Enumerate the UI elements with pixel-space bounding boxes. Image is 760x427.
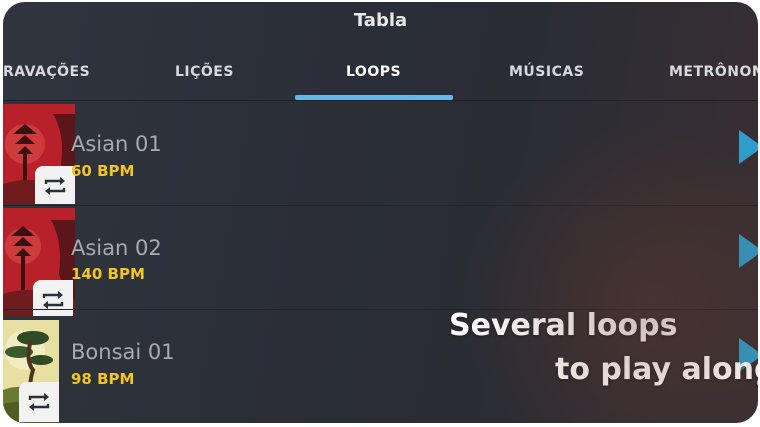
loop-thumbnail: [3, 208, 75, 316]
loop-name: Bonsai 01: [71, 340, 175, 364]
loop-name: Asian 02: [71, 236, 162, 260]
loop-name: Asian 01: [71, 132, 162, 156]
tab-recordings[interactable]: GRAVAÇÕES: [3, 64, 90, 80]
app-screen: Tabla GRAVAÇÕES LIÇÕES LOOPS MÚSICAS MET…: [3, 2, 758, 423]
page-title: Tabla: [353, 10, 408, 31]
promo-line-1: Several loops: [449, 308, 678, 343]
loop-bpm: 98 BPM: [71, 370, 135, 388]
loop-bpm: 60 BPM: [71, 162, 135, 180]
repeat-icon: [19, 382, 59, 422]
tab-metronome[interactable]: METRÔNOMO: [669, 64, 758, 80]
loop-row-asian-02[interactable]: Asian 02 140 BPM: [3, 206, 758, 316]
loop-row-asian-01[interactable]: Asian 01 60 BPM: [3, 102, 758, 206]
play-icon[interactable]: [739, 130, 758, 164]
tab-loops[interactable]: LOOPS: [346, 64, 401, 80]
tab-lessons[interactable]: LIÇÕES: [175, 64, 234, 80]
tab-bar: GRAVAÇÕES LIÇÕES LOOPS MÚSICAS METRÔNOMO: [3, 54, 758, 102]
promo-line-2: to play along: [555, 352, 758, 387]
loop-thumbnail: [3, 320, 59, 423]
loop-thumbnail: [3, 104, 75, 204]
tab-divider: [3, 100, 758, 101]
tab-songs[interactable]: MÚSICAS: [509, 64, 584, 80]
repeat-icon: [33, 280, 73, 316]
play-icon[interactable]: [739, 234, 758, 268]
repeat-icon: [35, 166, 75, 204]
loop-bpm: 140 BPM: [71, 265, 145, 283]
